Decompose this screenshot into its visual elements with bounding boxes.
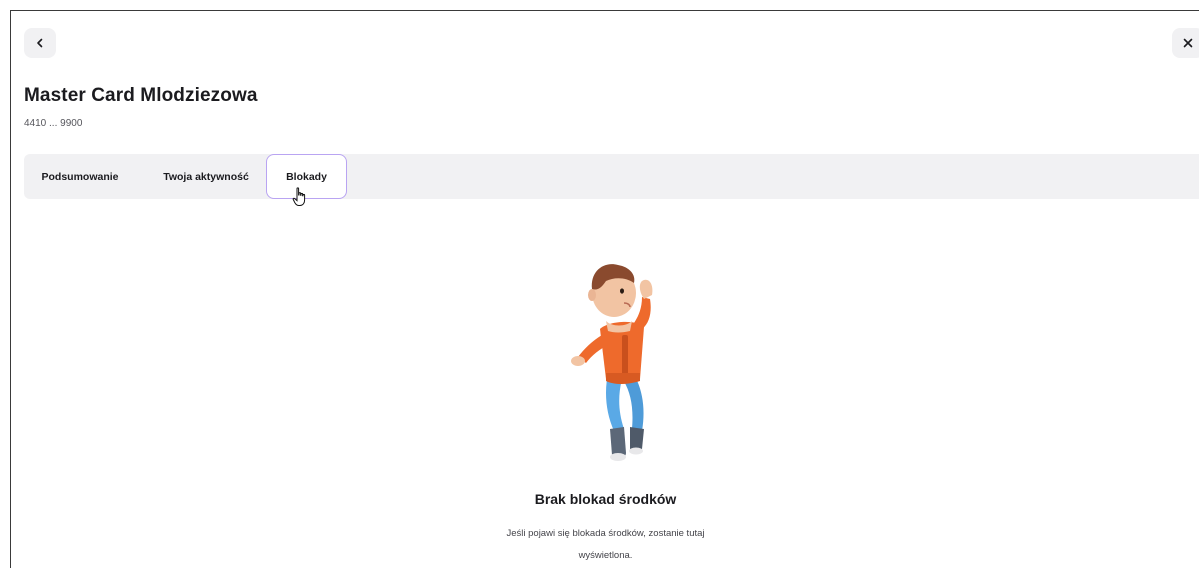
chevron-left-icon — [37, 38, 43, 48]
empty-state-title: Brak blokad środków — [534, 491, 677, 507]
empty-state-description-line-1: Jeśli pojawi się blokada środków, zostan… — [506, 528, 705, 539]
empty-state-description-line-2: wyświetlona. — [578, 550, 633, 561]
hand-cursor-icon — [292, 187, 306, 206]
close-button[interactable] — [1172, 28, 1199, 58]
tab-podsumowanie[interactable]: Podsumowanie — [28, 154, 132, 199]
tab-twoja-aktywnosc[interactable]: Twoja aktywność — [148, 154, 264, 199]
app-window: Master Card Mlodziezowa 4410 ... 9900 Po… — [10, 10, 1199, 568]
boy-character-illustration — [571, 264, 653, 461]
card-number: 4410 ... 9900 — [24, 118, 83, 129]
tab-bar: Podsumowanie Twoja aktywność Blokady — [24, 154, 1199, 199]
page-title: Master Card Mlodziezowa — [24, 85, 258, 106]
close-icon — [1183, 38, 1193, 48]
empty-state-description: Jeśli pojawi się blokada środków, zostan… — [11, 523, 1199, 567]
back-button[interactable] — [24, 28, 56, 58]
